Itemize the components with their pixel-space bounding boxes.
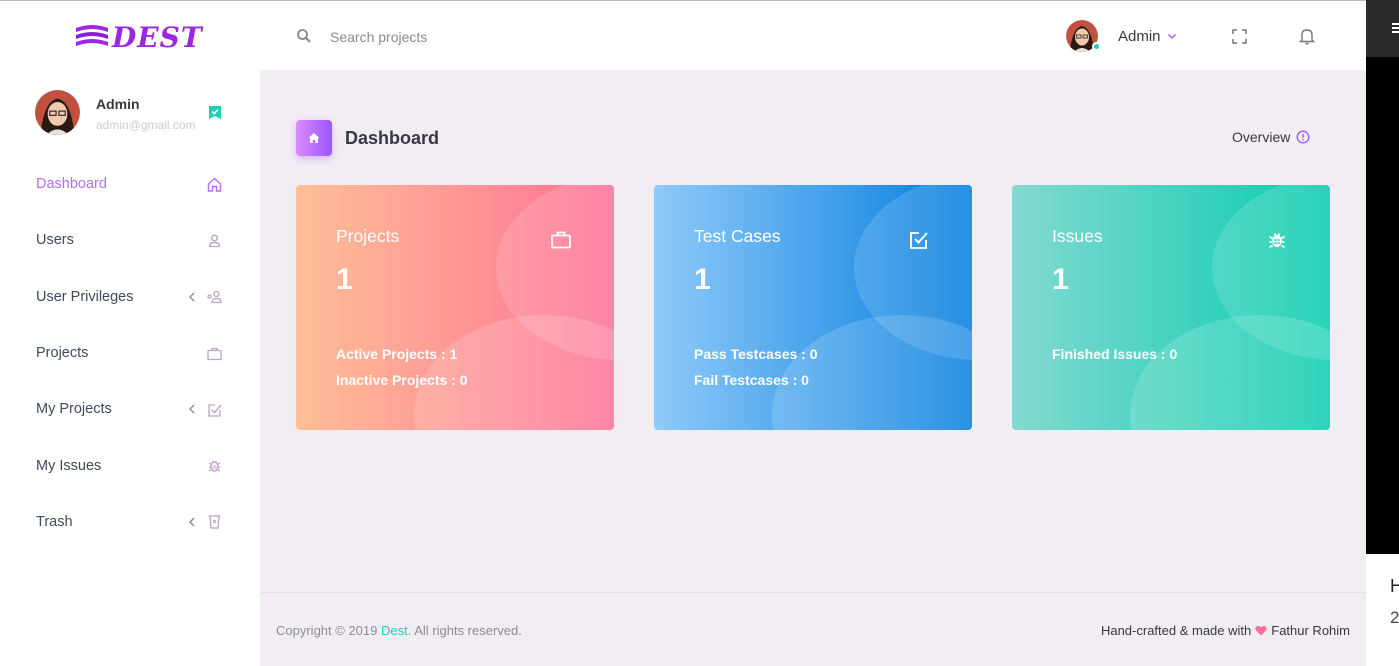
home-icon xyxy=(308,133,320,143)
user-group-icon xyxy=(207,291,222,304)
profile-name: Admin xyxy=(96,96,140,112)
logo-text: DEST xyxy=(112,21,203,54)
card-decoration-circle xyxy=(1130,315,1330,430)
overview-label: Overview xyxy=(1232,129,1291,145)
sidebar-item-label: Dashboard xyxy=(36,176,107,193)
user-dropdown[interactable]: Admin xyxy=(1066,20,1177,52)
page-header-icon-box xyxy=(296,120,332,156)
copyright-link[interactable]: Dest xyxy=(381,623,408,638)
footer: Copyright © 2019 Dest. All rights reserv… xyxy=(260,592,1366,666)
chevron-down-icon xyxy=(1167,34,1176,39)
card-title: Test Cases xyxy=(694,226,781,246)
sidebar-item-trash[interactable]: Trash xyxy=(0,494,260,550)
sidebar-item-label: Users xyxy=(36,232,74,249)
overview-link[interactable]: Overview xyxy=(1232,129,1310,145)
sidebar-item-label: User Privileges xyxy=(36,288,134,305)
sidebar-item-label: Projects xyxy=(36,345,89,362)
card-value: 1 xyxy=(336,263,353,296)
user-icon xyxy=(208,234,221,248)
main-panel: Dashboard Overview Projects 1 Active Pro… xyxy=(260,70,1366,666)
heart-icon xyxy=(1255,625,1267,636)
book-stack-icon xyxy=(76,24,108,46)
search-icon xyxy=(297,29,311,43)
card-value: 1 xyxy=(694,263,711,296)
home-icon xyxy=(207,177,222,192)
adjacent-text: 2 xyxy=(1390,608,1399,627)
bug-icon xyxy=(208,460,221,472)
stat-card-test-cases[interactable]: Test Cases 1 Pass Testcases : 0 Fail Tes… xyxy=(654,185,972,430)
card-detail: Active Projects : 1 xyxy=(336,346,458,362)
checklist-icon xyxy=(910,232,928,249)
sidebar-item-label: Trash xyxy=(36,513,73,530)
info-circle-icon xyxy=(1296,130,1310,144)
sidebar-item-projects[interactable]: Projects xyxy=(0,325,260,381)
credits-author: Fathur Rohim xyxy=(1271,623,1350,638)
sidebar-item-label: My Projects xyxy=(36,401,112,418)
chevron-left-icon xyxy=(189,292,195,302)
credits-text: Hand-crafted & made with Fathur Rohim xyxy=(1101,623,1350,638)
card-title: Projects xyxy=(336,226,400,246)
brand-logo[interactable]: DEST xyxy=(74,21,203,54)
credits-prefix: Hand-crafted & made with xyxy=(1100,623,1252,638)
copyright-prefix: Copyright © 2019 xyxy=(276,623,381,638)
sidebar-item-my-issues[interactable]: My Issues xyxy=(0,437,260,493)
stat-card-projects[interactable]: Projects 1 Active Projects : 1 Inactive … xyxy=(296,185,614,430)
sidebar-nav: Dashboard Users User Privileges Projects… xyxy=(0,156,260,550)
page-title: Dashboard xyxy=(345,127,440,148)
sidebar: Admin admin@gmail.com Dashboard Users Us… xyxy=(0,70,260,666)
bell-icon[interactable] xyxy=(1298,27,1316,45)
top-navbar: DEST Admin xyxy=(0,0,1366,70)
copyright-suffix: . All rights reserved. xyxy=(407,623,522,638)
card-detail: Fail Testcases : 0 xyxy=(694,372,809,388)
adjacent-window-edge: H 2 xyxy=(1366,0,1399,666)
sidebar-profile[interactable]: Admin admin@gmail.com xyxy=(35,90,196,135)
avatar xyxy=(1066,20,1101,52)
user-name: Admin xyxy=(1118,27,1161,45)
adjacent-text: H xyxy=(1390,576,1399,596)
search-input[interactable] xyxy=(330,25,630,49)
trash-icon xyxy=(208,515,221,530)
verified-bookmark-icon xyxy=(209,106,221,119)
avatar xyxy=(35,90,80,135)
sidebar-item-user-privileges[interactable]: User Privileges xyxy=(0,269,260,325)
checklist-icon xyxy=(208,404,222,417)
chevron-left-icon xyxy=(189,404,195,414)
card-detail: Finished Issues : 0 xyxy=(1052,346,1178,362)
fullscreen-icon[interactable] xyxy=(1232,29,1247,44)
sidebar-item-label: My Issues xyxy=(36,457,102,474)
profile-email: admin@gmail.com xyxy=(96,118,196,132)
adjacent-video-area xyxy=(1366,0,1399,554)
sidebar-item-my-projects[interactable]: My Projects xyxy=(0,381,260,437)
chevron-left-icon xyxy=(189,517,195,527)
card-detail: Inactive Projects : 0 xyxy=(336,372,468,388)
sidebar-item-dashboard[interactable]: Dashboard xyxy=(0,156,260,212)
bug-icon xyxy=(1269,233,1285,249)
card-value: 1 xyxy=(1052,263,1069,296)
sidebar-item-users[interactable]: Users xyxy=(0,212,260,268)
menu-icon[interactable] xyxy=(1392,22,1399,34)
stat-card-issues[interactable]: Issues 1 Finished Issues : 0 xyxy=(1012,185,1330,430)
briefcase-icon xyxy=(551,231,571,249)
briefcase-icon xyxy=(207,347,222,360)
page-header: Dashboard xyxy=(296,120,439,156)
card-detail: Pass Testcases : 0 xyxy=(694,346,818,362)
online-status-dot xyxy=(1092,42,1101,51)
copyright-text: Copyright © 2019 Dest. All rights reserv… xyxy=(276,623,522,638)
card-title: Issues xyxy=(1052,226,1103,246)
